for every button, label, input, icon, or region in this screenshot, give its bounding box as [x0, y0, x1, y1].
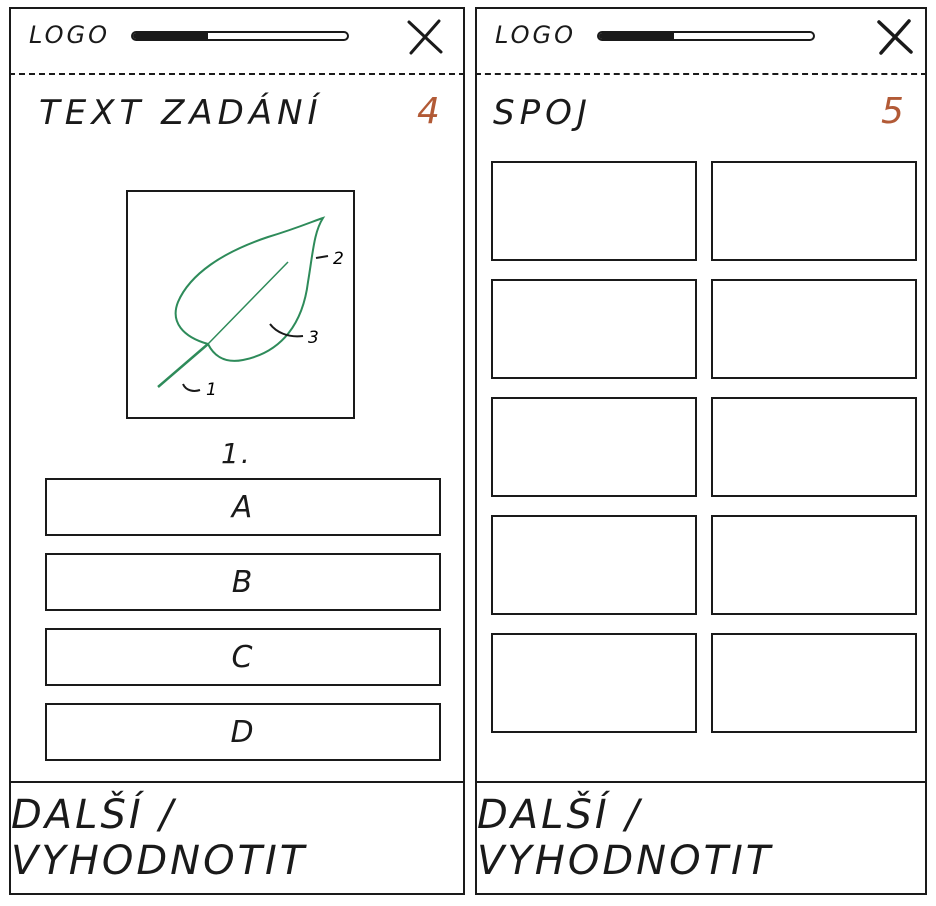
- page-number: 5: [881, 91, 906, 132]
- leaf-label-1: 1: [206, 380, 217, 400]
- leaf-label-2: 2: [333, 249, 344, 269]
- close-icon[interactable]: [875, 17, 915, 57]
- leaf-label-3: 3: [308, 328, 319, 348]
- logo: LOGO: [495, 21, 577, 49]
- question-number: 1.: [221, 437, 252, 470]
- page-number: 4: [417, 91, 442, 132]
- header-divider: [475, 73, 927, 75]
- match-tile-2[interactable]: [711, 161, 917, 261]
- match-tile-6[interactable]: [711, 397, 917, 497]
- match-tile-9[interactable]: [491, 633, 697, 733]
- match-tile-5[interactable]: [491, 397, 697, 497]
- question-image: 1 2 3: [126, 190, 355, 419]
- header: LOGO: [11, 9, 463, 73]
- match-tile-1[interactable]: [491, 161, 697, 261]
- match-tile-8[interactable]: [711, 515, 917, 615]
- match-tile-3[interactable]: [491, 279, 697, 379]
- footer: DALŠÍ / VYHODNOTIT: [477, 781, 925, 893]
- match-tile-4[interactable]: [711, 279, 917, 379]
- answer-button-c[interactable]: C: [45, 628, 441, 686]
- progress-fill: [133, 33, 208, 39]
- next-evaluate-button[interactable]: DALŠÍ / VYHODNOTIT: [11, 783, 463, 893]
- progress-fill: [599, 33, 674, 39]
- progress-bar: [597, 31, 815, 41]
- footer: DALŠÍ / VYHODNOTIT: [11, 781, 463, 893]
- match-tile-7[interactable]: [491, 515, 697, 615]
- leaf-icon: 1 2 3: [157, 216, 344, 400]
- header: LOGO: [477, 9, 925, 73]
- quiz-screen-matching: LOGO SPOJ 5 DALŠÍ / VYHODNOTIT: [475, 7, 927, 895]
- task-title: TEXT ZADÁNÍ: [39, 93, 323, 133]
- answer-button-d[interactable]: D: [45, 703, 441, 761]
- answer-button-b[interactable]: B: [45, 553, 441, 611]
- match-tile-10[interactable]: [711, 633, 917, 733]
- quiz-screen-multiple-choice: LOGO TEXT ZADÁNÍ 4 1 2 3 1. A B C D DALŠ…: [9, 7, 465, 895]
- answer-button-a[interactable]: A: [45, 478, 441, 536]
- progress-bar: [131, 31, 349, 41]
- logo: LOGO: [29, 21, 111, 49]
- header-divider: [9, 73, 465, 75]
- next-evaluate-button[interactable]: DALŠÍ / VYHODNOTIT: [477, 783, 925, 893]
- close-icon[interactable]: [405, 17, 445, 57]
- task-title: SPOJ: [493, 93, 592, 133]
